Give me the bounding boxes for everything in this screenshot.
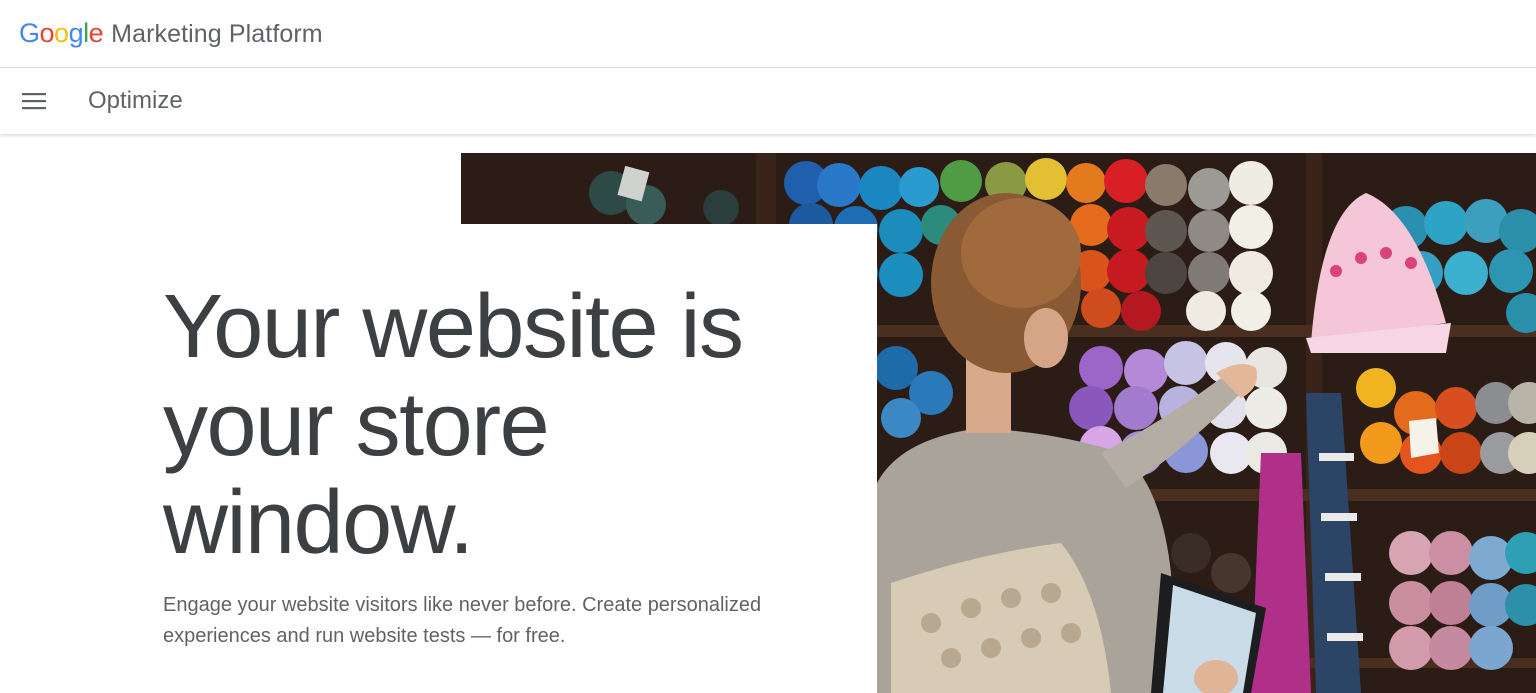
google-wordmark: Google xyxy=(19,18,104,49)
product-name[interactable]: Optimize xyxy=(88,87,183,115)
hero-subtext: Engage your website visitors like never … xyxy=(163,594,762,647)
google-letter: g xyxy=(68,18,84,48)
hero-headline: Your website is your store window. xyxy=(163,277,744,573)
logo-product-suffix: Marketing Platform xyxy=(111,20,323,48)
google-letter: o xyxy=(54,18,69,48)
google-letter: e xyxy=(88,18,104,48)
brand-header: Google Marketing Platform xyxy=(0,0,1536,68)
hamburger-menu-button[interactable] xyxy=(14,81,54,121)
product-nav-bar: Optimize xyxy=(0,68,1536,134)
google-letter: o xyxy=(39,18,55,48)
google-marketing-platform-logo[interactable]: Google Marketing Platform xyxy=(19,18,323,49)
hamburger-menu-icon xyxy=(22,93,46,110)
google-letter: G xyxy=(19,18,40,48)
